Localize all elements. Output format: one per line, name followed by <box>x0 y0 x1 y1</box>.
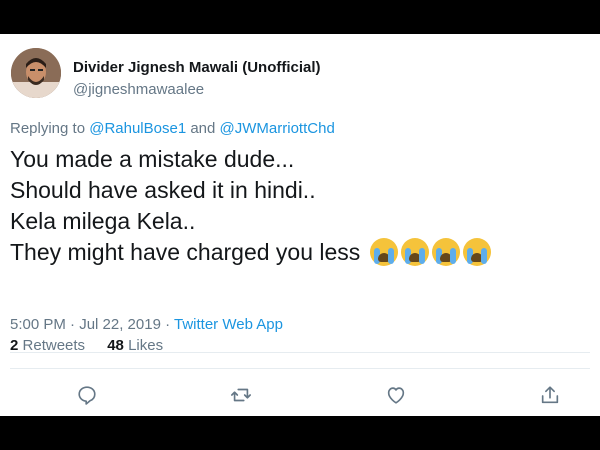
retweet-icon[interactable] <box>230 384 254 408</box>
tweet-meta: 5:00 PM · Jul 22, 2019 · Twitter Web App <box>10 316 283 333</box>
timestamp[interactable]: 5:00 PM · Jul 22, 2019 · <box>10 316 170 333</box>
divider <box>10 368 590 369</box>
loudly-crying-face-icon <box>369 238 398 266</box>
loudly-crying-face-icon <box>431 238 460 266</box>
loudly-crying-face-icon <box>462 238 491 266</box>
retweets-stat[interactable]: 2 Retweets <box>10 337 85 354</box>
replying-to: Replying to @RahulBose1 and @JWMarriottC… <box>10 120 335 137</box>
likes-count: 48 <box>107 337 124 354</box>
replying-and: and <box>190 120 216 137</box>
retweets-label: Retweets <box>22 337 86 354</box>
tweet-card: Divider Jignesh Mawali (Unofficial) @jig… <box>0 34 600 416</box>
reply-icon[interactable] <box>76 384 100 408</box>
user-handle[interactable]: @jigneshmawaalee <box>73 81 204 98</box>
likes-stat[interactable]: 48 Likes <box>107 337 163 354</box>
share-icon[interactable] <box>539 384 563 408</box>
replying-prefix: Replying to <box>10 120 86 137</box>
display-name[interactable]: Divider Jignesh Mawali (Unofficial) <box>73 59 321 76</box>
like-icon[interactable] <box>385 384 409 408</box>
mention-link-1[interactable]: @RahulBose1 <box>89 120 186 137</box>
action-bar <box>0 384 600 412</box>
retweets-count: 2 <box>10 337 19 354</box>
tweet-line-with-emoji: They might have charged you less <box>10 237 590 268</box>
source-link[interactable]: Twitter Web App <box>174 316 283 333</box>
tweet-line: Should have asked it in hindi.. <box>10 177 316 203</box>
tweet-text: You made a mistake dude... Should have a… <box>10 144 590 268</box>
tweet-line: They might have charged you less <box>10 239 361 265</box>
loudly-crying-face-icon <box>400 238 429 266</box>
stats: 2 Retweets 48 Likes <box>10 337 163 354</box>
tweet-line: You made a mistake dude... <box>10 146 295 172</box>
likes-label: Likes <box>128 337 164 354</box>
avatar[interactable] <box>11 48 61 98</box>
mention-link-2[interactable]: @JWMarriottChd <box>220 120 335 137</box>
tweet-line: Kela milega Kela.. <box>10 208 196 234</box>
